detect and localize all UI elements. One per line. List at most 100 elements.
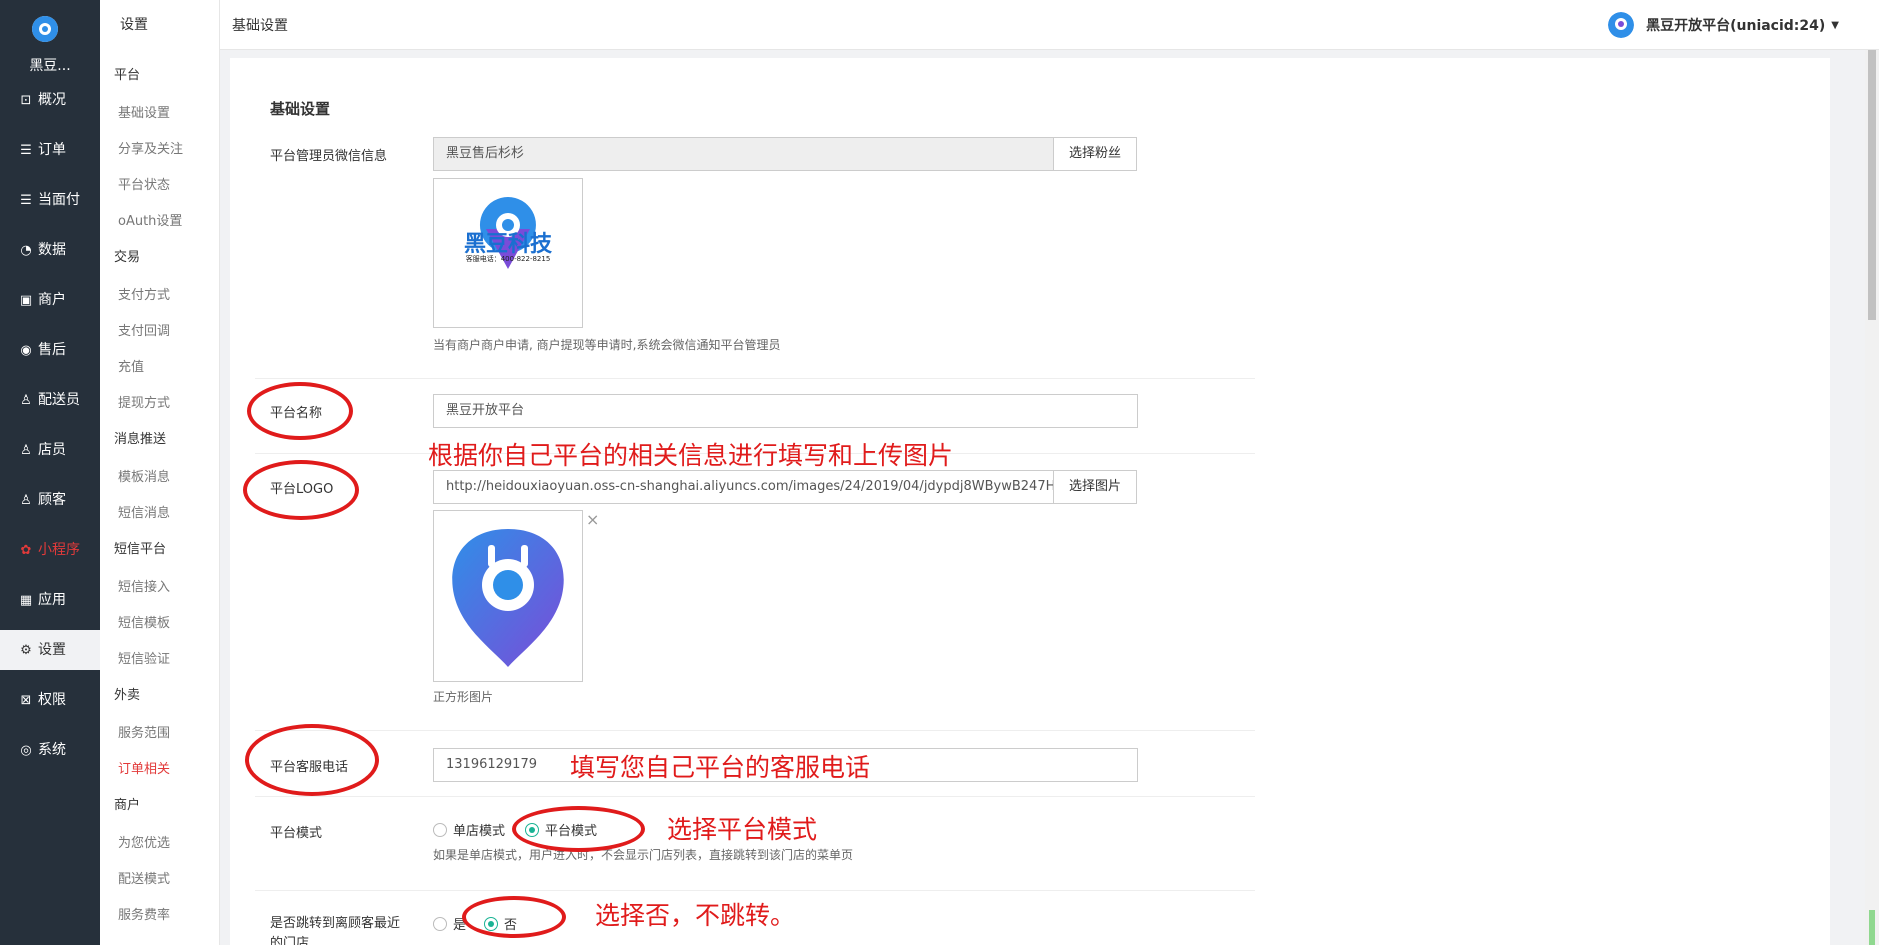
- sidebar-item-aftersale[interactable]: ◉ 售后: [0, 330, 100, 370]
- sidebar-item-label: 概况: [38, 92, 66, 108]
- sidebar-item-label: 系统: [38, 742, 66, 758]
- submenu-link[interactable]: 短信模板: [118, 612, 170, 631]
- annotation-circle: [245, 724, 379, 796]
- lock-icon: ⊠: [20, 693, 32, 708]
- chevron-down-icon: ▼: [1831, 19, 1839, 31]
- sidebar-item-label: 小程序: [38, 542, 80, 558]
- admin-field[interactable]: 黑豆售后杉杉: [433, 137, 1054, 171]
- select-image-button[interactable]: 选择图片: [1053, 470, 1137, 504]
- divider: [255, 890, 1255, 891]
- overview-icon: ⊡: [20, 93, 32, 108]
- sidebar-item-clerk[interactable]: ♙ 店员: [0, 430, 100, 470]
- platform-logo-icon: [452, 529, 564, 667]
- sidebar-item-label: 数据: [38, 242, 66, 258]
- mode-single-radio[interactable]: 单店模式: [433, 820, 505, 839]
- settings-icon: ⚙: [20, 643, 32, 658]
- customer-icon: ♙: [20, 493, 32, 508]
- top-bar: 基础设置 黑豆开放平台(uniacid:24) ▼: [220, 0, 1879, 50]
- sidebar-item-label: 当面付: [38, 192, 80, 208]
- sidebar-item-chart[interactable]: ◔ 数据: [0, 230, 100, 270]
- sidebar-item-shop[interactable]: ▣ 商户: [0, 280, 100, 320]
- sidebar-item-order[interactable]: ☰ 订单: [0, 130, 100, 170]
- submenu-group-title: 平台: [114, 68, 141, 83]
- brand-logo-icon: [32, 16, 58, 42]
- annotation-note: 选择平台模式: [667, 815, 818, 844]
- platform-logo-url-input[interactable]: http://heidouxiaoyuan.oss-cn-shanghai.al…: [433, 470, 1054, 504]
- settings-submenu: 设置 平台 基础设置 分享及关注 平台状态 oAuth设置 交易 支付方式 支付回调 充值 提现方…: [100, 0, 220, 945]
- submenu-link[interactable]: 服务范围: [118, 722, 170, 741]
- submenu-group-title: 消息推送: [114, 432, 167, 447]
- sidebar-item-face-pay[interactable]: ☰ 当面付: [0, 180, 100, 220]
- submenu-link[interactable]: 短信消息: [118, 502, 170, 521]
- mode-single-label: 单店模式: [453, 824, 506, 839]
- sidebar-item-courier[interactable]: ♙ 配送员: [0, 380, 100, 420]
- submenu-link[interactable]: 提现方式: [118, 392, 170, 411]
- brand-logo[interactable]: 黑豆...: [0, 0, 100, 80]
- submenu-link[interactable]: 平台状态: [118, 174, 170, 193]
- sidebar-item-label: 售后: [38, 342, 66, 358]
- submenu-link[interactable]: 服务费率: [118, 904, 170, 923]
- chart-icon: ◔: [20, 243, 32, 258]
- order-icon: ☰: [20, 143, 32, 158]
- admin-label: 平台管理员微信信息: [270, 149, 388, 164]
- user-menu[interactable]: 黑豆开放平台(uniacid:24) ▼: [1608, 12, 1839, 38]
- submenu-link[interactable]: 短信验证: [118, 648, 170, 667]
- sidebar-item-label: 顾客: [38, 492, 66, 508]
- remove-logo-icon[interactable]: ×: [586, 510, 599, 529]
- sidebar-item-miniapp[interactable]: ✿ 小程序: [0, 530, 100, 570]
- divider: [255, 730, 1255, 731]
- sidebar-item-label: 设置: [38, 642, 66, 658]
- submenu-link[interactable]: 模板消息: [118, 466, 170, 485]
- submenu-group-title: 交易: [114, 250, 141, 265]
- submenu-link[interactable]: 充值: [118, 356, 144, 375]
- submenu-link[interactable]: 分享及关注: [118, 138, 183, 157]
- sidebar-item-system[interactable]: ◎ 系统: [0, 730, 100, 770]
- submenu-group-title: 商户: [114, 798, 141, 813]
- annotation-circle: [247, 382, 353, 440]
- system-icon: ◎: [20, 743, 32, 758]
- settings-card: 基础设置 平台管理员微信信息 黑豆售后杉杉 选择粉丝 黑豆科技 客服电话：400…: [230, 58, 1830, 945]
- submenu-link[interactable]: 支付方式: [118, 284, 170, 303]
- admin-help: 当有商户商户申请, 商户提现等申请时,系统会微信通知平台管理员: [433, 338, 781, 352]
- sidebar-item-lock[interactable]: ⊠ 权限: [0, 680, 100, 720]
- submenu-link[interactable]: oAuth设置: [118, 210, 182, 229]
- submenu-link[interactable]: 订单相关: [118, 758, 170, 777]
- select-fans-button[interactable]: 选择粉丝: [1053, 137, 1137, 171]
- logo-help: 正方形图片: [433, 690, 494, 704]
- user-avatar: [1608, 12, 1635, 38]
- annotation-circle: [243, 460, 359, 520]
- mode-help: 如果是单店模式，用户进入时，不会显示门店列表，直接跳转到该门店的菜单页: [433, 848, 854, 862]
- sidebar-item-label: 订单: [38, 142, 66, 158]
- aftersale-icon: ◉: [20, 343, 32, 358]
- annotation-circle: [512, 806, 645, 852]
- sidebar-item-customer[interactable]: ♙ 顾客: [0, 480, 100, 520]
- courier-icon: ♙: [20, 393, 32, 408]
- submenu-link[interactable]: 基础设置: [118, 102, 170, 121]
- submenu-link[interactable]: 支付回调: [118, 320, 170, 339]
- user-name: 黑豆开放平台(uniacid:24): [1646, 18, 1826, 34]
- radio-off-icon: [433, 916, 447, 931]
- apps-icon: ▦: [19, 593, 33, 608]
- annotation-note: 选择否，不跳转。: [595, 901, 796, 930]
- breadcrumb: 基础设置: [232, 18, 288, 34]
- submenu-link[interactable]: 短信接入: [118, 576, 170, 595]
- submenu-link[interactable]: 为您优选: [118, 832, 170, 851]
- scrollbar-thumb[interactable]: [1868, 50, 1876, 320]
- sidebar-item-apps[interactable]: ▦ 应用: [0, 580, 100, 620]
- sidebar-item-label: 应用: [38, 592, 66, 608]
- annotation-note: 填写您自己平台的客服电话: [570, 753, 871, 782]
- brand-name: 黑豆...: [29, 58, 71, 74]
- sidebar-item-label: 权限: [38, 692, 66, 708]
- platform-name-input[interactable]: 黑豆开放平台: [433, 394, 1138, 428]
- sidebar-item-label: 店员: [38, 442, 66, 458]
- shop-icon: ▣: [19, 293, 33, 308]
- submenu-link[interactable]: 配送模式: [118, 868, 170, 887]
- platform-mode-label: 平台模式: [270, 826, 323, 841]
- submenu-group-title: 外卖: [114, 688, 141, 703]
- sidebar-item-settings[interactable]: ⚙ 设置: [0, 630, 100, 670]
- page-scrollbar[interactable]: [1865, 50, 1879, 945]
- sidebar-item-overview[interactable]: ⊡ 概况: [0, 80, 100, 120]
- annotation-note: 根据你自己平台的相关信息进行填写和上传图片: [428, 441, 954, 470]
- platform-logo-preview: [433, 510, 583, 682]
- jump-nearest-label: 是否跳转到离顾客最近的门店: [270, 916, 401, 945]
